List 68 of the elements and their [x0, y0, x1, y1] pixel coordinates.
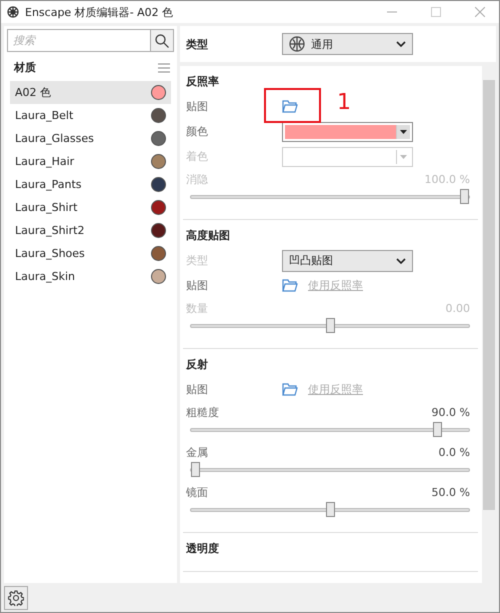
slider-thumb[interactable]	[191, 462, 200, 477]
slider-thumb[interactable]	[433, 422, 442, 437]
field-label: 贴图	[186, 99, 209, 114]
material-item[interactable]: Laura_Belt	[10, 104, 171, 127]
annotation-number: 1	[337, 90, 351, 115]
field-label: 消隐	[186, 172, 209, 186]
material-name: Laura_Glasses	[15, 132, 94, 145]
section-title: 透明度	[186, 541, 220, 557]
texture-button[interactable]	[282, 383, 298, 396]
search-button[interactable]	[151, 29, 174, 52]
value-readout: 50.0 %	[432, 486, 470, 498]
field-label: 类型	[186, 36, 209, 52]
material-item[interactable]: Laura_Glasses	[10, 127, 171, 150]
chevron-down-icon	[396, 41, 406, 47]
value-readout: 100.0 %	[424, 172, 470, 186]
material-item[interactable]: A02 色	[10, 81, 171, 104]
field-label: 贴图	[186, 382, 209, 397]
settings-icon	[8, 590, 24, 606]
caret-icon	[400, 154, 407, 158]
material-item[interactable]: Laura_Shirt	[10, 196, 171, 219]
value-readout: 90.0 %	[432, 406, 470, 418]
field-label: 数量	[186, 300, 209, 316]
window-title: Enscape 材质编辑器- A02 色	[25, 4, 174, 20]
color-picker[interactable]	[282, 146, 413, 166]
value-readout: 0.00	[446, 302, 470, 314]
field-label: 贴图	[186, 278, 209, 293]
app-logo-icon	[7, 6, 19, 18]
chevron-down-icon	[396, 258, 406, 264]
section-title: 高度贴图	[186, 228, 231, 244]
material-name: Laura_Belt	[15, 109, 74, 122]
material-item[interactable]: Laura_Skin	[10, 265, 171, 288]
close-icon[interactable]	[475, 7, 485, 17]
folder-icon	[282, 383, 298, 396]
field-label: 镜面	[186, 484, 209, 500]
highlight-frame	[264, 88, 321, 123]
folder-icon	[282, 100, 298, 113]
settings-button[interactable]	[4, 586, 28, 610]
material-name: A02 色	[15, 85, 52, 100]
material-item[interactable]: Laura_Shoes	[10, 242, 171, 265]
material-name: Laura_Shirt2	[15, 224, 84, 237]
caret-icon	[400, 130, 407, 134]
field-label: 着色	[186, 149, 209, 164]
material-name: Laura_Shirt	[15, 201, 78, 214]
color-picker[interactable]	[282, 122, 413, 142]
sphere-icon	[289, 36, 305, 52]
texture-button[interactable]	[282, 100, 298, 113]
field-label: 粗糙度	[186, 404, 220, 420]
slider-thumb[interactable]	[326, 502, 334, 517]
section-title: 反射	[186, 357, 209, 373]
folder-icon	[282, 279, 298, 292]
material-name: Laura_Skin	[15, 270, 75, 283]
material-name: Laura_Shoes	[15, 247, 85, 260]
search-field[interactable]: 搜索	[7, 29, 151, 52]
material-item[interactable]: Laura_Hair	[10, 150, 171, 173]
field-label: 类型	[186, 253, 209, 268]
material-name: Laura_Hair	[15, 155, 74, 168]
value-readout: 0.0 %	[438, 446, 470, 458]
field-label: 颜色	[186, 124, 209, 139]
section-title: 反照率	[186, 74, 220, 90]
type-dropdown[interactable]: 通用	[282, 33, 413, 55]
menu-icon[interactable]	[158, 62, 170, 72]
material-name: Laura_Pants	[15, 178, 82, 191]
search-icon	[155, 34, 169, 48]
material-item[interactable]: Laura_Shirt2	[10, 219, 171, 242]
field-label: 金属	[186, 444, 209, 460]
material-item[interactable]: Laura_Pants	[10, 173, 171, 196]
list-heading: 材质	[14, 60, 36, 75]
texture-button[interactable]	[282, 279, 298, 292]
